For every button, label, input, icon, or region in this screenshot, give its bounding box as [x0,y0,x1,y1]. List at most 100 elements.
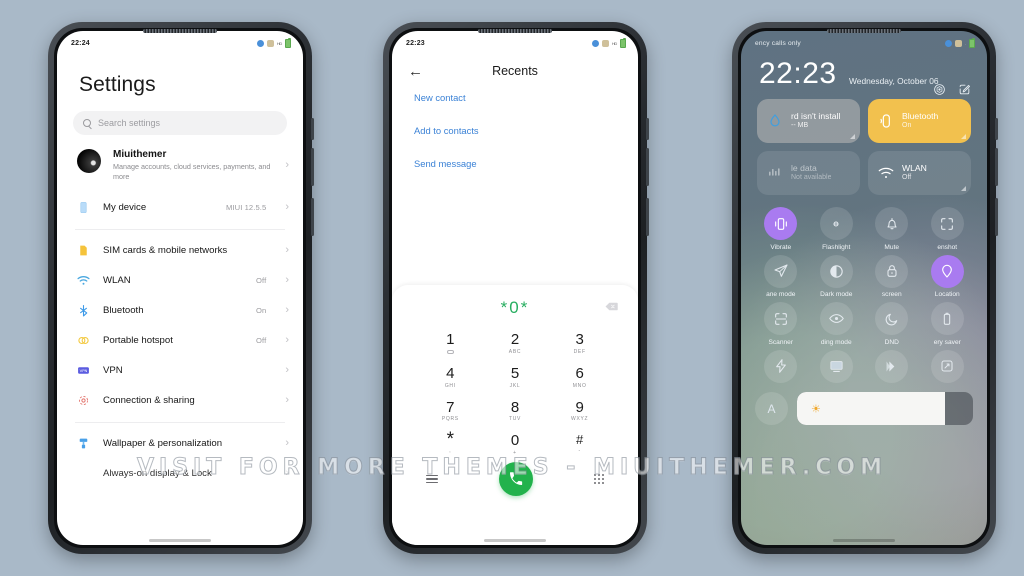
tile-subtitle: Off [902,173,912,181]
key-2[interactable]: 2 ABC [483,327,548,359]
key-4[interactable]: 4 GHI [418,361,483,393]
volume-up-button[interactable] [995,148,998,186]
power-button[interactable] [646,118,649,140]
expand-corner-icon[interactable] [850,134,855,139]
lock-screen-icon [887,265,897,277]
volume-down-button[interactable] [995,198,998,236]
toggle-scanner[interactable]: Scanner [753,302,809,346]
sync-icon [886,361,895,371]
item-label: My device [103,202,147,214]
back-arrow-icon[interactable]: ← [408,64,423,79]
link-add-to-contacts[interactable]: Add to contacts [392,114,638,147]
toggle-airplane-mode[interactable]: ane mode [753,254,809,298]
power-button[interactable] [995,118,998,140]
toggle-cast-screen[interactable] [809,349,865,387]
toggle-screenshot[interactable]: enshot [920,207,976,251]
toggle-circle [819,302,853,335]
tile-bluetooth[interactable]: Bluetooth On [868,99,971,143]
toggle-flashlight[interactable]: Flashlight [809,207,865,251]
toggle-power-bolt[interactable] [753,349,809,387]
link-send-message[interactable]: Send message [392,147,638,180]
toggle-battery-saver[interactable]: ery saver [920,302,976,346]
edit-icon[interactable] [958,83,971,96]
key-1[interactable]: 1 [418,327,483,359]
brightness-slider[interactable]: ☀ [797,392,973,425]
key-sub: , [449,447,452,454]
item-value: Off [256,336,267,346]
sidebar-item-always-on-display[interactable]: Always-on display & Lock › [57,459,303,489]
tile-wlan[interactable]: WLAN Off [868,151,971,195]
volume-down-button[interactable] [311,198,314,236]
connection-sharing-icon [79,396,88,406]
sidebar-item-sim-cards[interactable]: SIM cards & mobile networks › [57,236,303,266]
volume-up-button[interactable] [646,148,649,186]
sidebar-item-portable-hotspot[interactable]: Portable hotspot Off › [57,326,303,356]
sidebar-item-wlan[interactable]: WLAN Off › [57,266,303,296]
key-star[interactable]: * , [418,428,483,460]
home-indicator[interactable] [833,539,895,542]
volume-down-button[interactable] [646,198,649,236]
tile-storage[interactable]: rd isn't install -- MB [757,99,860,143]
toggle-fullscreen[interactable] [920,349,976,387]
toggle-label: Location [934,291,960,298]
key-3[interactable]: 3 DEF [547,327,612,359]
auto-brightness-button[interactable]: A [755,392,788,425]
toggle-dnd[interactable]: DND [864,302,920,346]
backspace-icon[interactable] [605,302,618,311]
hotspot-icon [78,337,89,345]
key-0[interactable]: 0 + [483,428,548,460]
search-input[interactable]: Search settings [73,111,287,135]
menu-icon[interactable] [426,472,438,485]
expand-corner-icon[interactable] [961,186,966,191]
account-row[interactable]: Miuithemer Manage accounts, cloud servic… [57,135,303,193]
toggle-sync[interactable] [864,349,920,387]
volume-up-button[interactable] [311,148,314,186]
sidebar-item-vpn[interactable]: VPN VPN › [57,356,303,386]
toggle-lock-screen[interactable]: screen [864,254,920,298]
svg-text:VPN: VPN [80,368,88,373]
home-indicator[interactable] [149,539,211,542]
chevron-right-icon: › [285,334,289,347]
chevron-right-icon: › [285,437,289,450]
link-new-contact[interactable]: New contact [392,81,638,114]
item-label: Wallpaper & personalization [103,438,223,450]
toggle-circle [875,302,909,335]
carrier-label: ency calls only [755,40,801,47]
toggle-mute[interactable]: Mute [864,207,920,251]
signal-label: . [965,41,966,46]
keypad-icon[interactable] [594,474,604,484]
toggle-circle [930,302,964,335]
key-digit: 9 [575,398,584,416]
key-sub: WXYZ [571,416,589,423]
sidebar-item-connection-sharing[interactable]: Connection & sharing › [57,386,303,416]
toggle-label: ane mode [766,291,796,298]
key-5[interactable]: 5 JKL [483,361,548,393]
nfc-icon [266,40,274,47]
sidebar-item-my-device[interactable]: My device MIUI 12.5.5 › [57,193,303,223]
settings-gear-icon[interactable] [933,83,946,96]
tile-mobile-data[interactable]: le data Not available [757,151,860,195]
chevron-right-icon: › [285,244,289,257]
toggle-vibrate[interactable]: Vibrate [753,207,809,251]
chevron-right-icon: › [285,394,289,407]
toggle-location[interactable]: Location [920,254,976,298]
key-8[interactable]: 8 TUV [483,395,548,427]
key-7[interactable]: 7 PQRS [418,395,483,427]
toggle-circle [930,207,964,240]
tile-title: rd isn't install [791,111,841,122]
sidebar-item-bluetooth[interactable]: Bluetooth On › [57,296,303,326]
tile-subtitle: On [902,121,912,129]
toggle-circle [930,254,964,288]
expand-corner-icon[interactable] [961,134,966,139]
power-button[interactable] [311,118,314,140]
toggle-reading-mode[interactable]: ding mode [809,302,865,346]
scanner-icon [774,312,787,325]
sidebar-item-wallpaper[interactable]: Wallpaper & personalization › [57,429,303,459]
chevron-right-icon: › [285,274,289,287]
key-hash[interactable]: # - [547,428,612,460]
toggle-dark-mode[interactable]: Dark mode [809,254,865,298]
key-9[interactable]: 9 WXYZ [547,395,612,427]
call-button[interactable] [499,462,533,496]
key-6[interactable]: 6 MNO [547,361,612,393]
home-indicator[interactable] [484,539,546,542]
